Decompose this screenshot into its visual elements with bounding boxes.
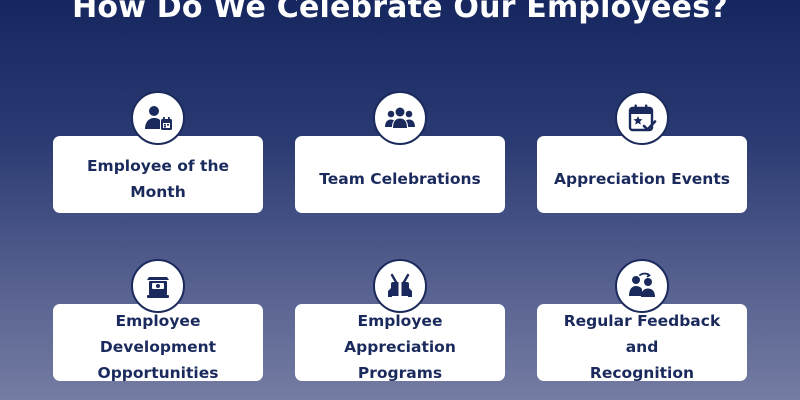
card-label: Appreciation Events bbox=[554, 166, 730, 192]
feedback-people-icon bbox=[615, 259, 669, 313]
card-label-line2: Programs bbox=[357, 363, 443, 382]
card-label: Employee Development Opportunities bbox=[61, 308, 255, 386]
card-label-line2: Opportunities bbox=[97, 363, 219, 382]
development-podium-icon bbox=[131, 259, 185, 313]
card-label-line2: Month bbox=[130, 182, 186, 201]
team-group-icon bbox=[373, 91, 427, 145]
card-label-line2: Recognition bbox=[589, 363, 695, 382]
card-label-line1: Employee of the bbox=[86, 156, 230, 175]
card-label-line1: Employee Development bbox=[99, 311, 217, 356]
card-appreciation-events: Appreciation Events bbox=[537, 136, 747, 213]
card-employee-appreciation-programs: Employee Appreciation Programs bbox=[295, 304, 505, 382]
card-employee-of-the-month: Employee of the Month bbox=[53, 136, 263, 213]
card-label: Team Celebrations bbox=[319, 166, 481, 192]
card-team-celebrations: Team Celebrations bbox=[295, 136, 505, 213]
card-label: Employee Appreciation Programs bbox=[303, 308, 497, 386]
card-label-line1: Employee Appreciation bbox=[344, 311, 456, 356]
appreciation-gift-icon bbox=[373, 259, 427, 313]
card-label-line1: Regular Feedback and bbox=[563, 311, 721, 356]
card-employee-development-opportunities: Employee Development Opportunities bbox=[53, 304, 263, 382]
calendar-star-check-icon bbox=[615, 91, 669, 145]
employee-calendar-icon bbox=[131, 91, 185, 145]
card-label: Employee of the Month bbox=[87, 153, 229, 205]
card-regular-feedback-and-recognition: Regular Feedback and Recognition bbox=[537, 304, 747, 382]
page-title: How Do We Celebrate Our Employees? bbox=[72, 0, 728, 25]
card-label-line1: Appreciation Events bbox=[554, 169, 730, 188]
card-label: Regular Feedback and Recognition bbox=[545, 308, 739, 386]
card-label-line1: Team Celebrations bbox=[319, 169, 481, 188]
